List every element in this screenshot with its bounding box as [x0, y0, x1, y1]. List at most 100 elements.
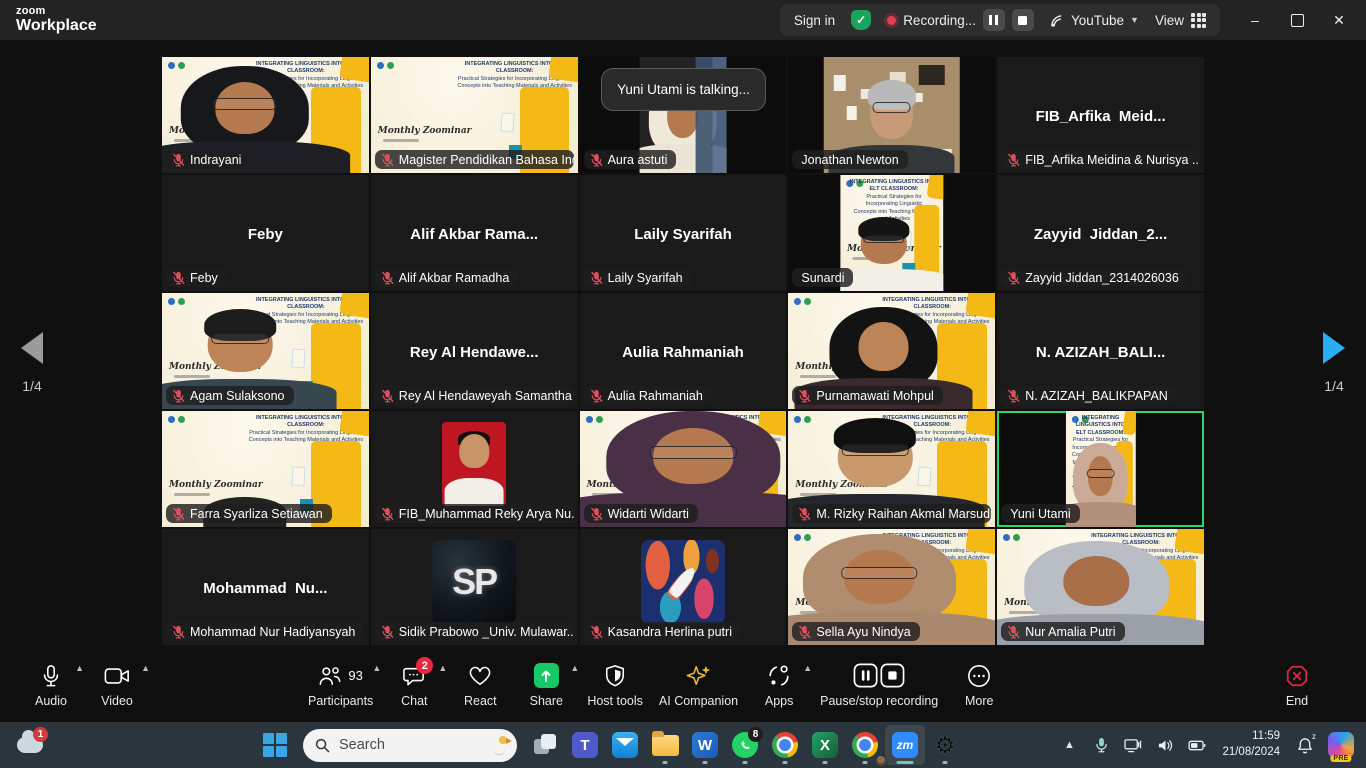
- participant-tile[interactable]: Alif Akbar Rama...Alif Akbar Ramadha: [371, 175, 578, 291]
- backdrop-logos-icon: [586, 416, 603, 423]
- muted-mic-icon: [381, 389, 394, 403]
- zoom-app-icon: zm: [892, 732, 918, 758]
- tray-speaker-icon[interactable]: [1150, 725, 1180, 765]
- participant-name: N. AZIZAH_BALIKPAPAN: [1025, 389, 1168, 403]
- task-view-button[interactable]: [525, 725, 565, 765]
- participant-tile[interactable]: Jonathan Newton: [788, 57, 995, 173]
- ai-companion-sparkle-icon: [686, 664, 712, 688]
- video-label: Video: [101, 694, 133, 708]
- copilot-pre-tag: PRE: [1330, 755, 1351, 762]
- audio-options-chevron-icon[interactable]: ▲: [75, 663, 84, 673]
- share-options-chevron-icon[interactable]: ▲: [570, 663, 579, 673]
- muted-mic-icon: [172, 153, 185, 167]
- mail-app-button[interactable]: [605, 725, 645, 765]
- tray-microphone-icon[interactable]: [1086, 725, 1116, 765]
- tray-battery-icon[interactable]: [1182, 725, 1212, 765]
- participant-name: Sunardi: [801, 271, 844, 285]
- taskbar-clock[interactable]: 11:59 21/08/2024: [1214, 729, 1288, 760]
- participant-name-chip: Rey Al Hendaweyah Samantha: [375, 386, 574, 405]
- security-shield-icon[interactable]: ✓: [851, 10, 871, 30]
- participant-tile[interactable]: INTEGRATING LINGUISTICS INTO ELT CLASSRO…: [788, 293, 995, 409]
- apps-icon: [767, 664, 791, 688]
- host-tools-button[interactable]: Host tools: [579, 653, 651, 717]
- video-options-chevron-icon[interactable]: ▲: [141, 663, 150, 673]
- participant-tile[interactable]: INTEGRATING LINGUISTICS INTO ELT CLASSRO…: [788, 411, 995, 527]
- chrome-app-button[interactable]: [765, 725, 805, 765]
- settings-app-button[interactable]: ⚙: [925, 725, 965, 765]
- participant-tile[interactable]: Zayyid Jiddan_2...Zayyid Jiddan_23140260…: [997, 175, 1204, 291]
- muted-mic-icon: [381, 625, 394, 639]
- more-button[interactable]: More: [946, 653, 1012, 717]
- stop-recording-button[interactable]: [1012, 9, 1034, 31]
- apps-options-chevron-icon[interactable]: ▲: [803, 663, 812, 673]
- word-app-button[interactable]: W: [685, 725, 725, 765]
- pause-stop-recording-icons: [853, 663, 905, 688]
- participant-tile[interactable]: Kasandra Herlina putri: [580, 529, 787, 645]
- participant-tile[interactable]: Rey Al Hendawe...Rey Al Hendaweyah Saman…: [371, 293, 578, 409]
- mail-icon: [612, 732, 638, 758]
- participant-tile[interactable]: INTEGRATING LINGUISTICS INTO ELT CLASSRO…: [162, 293, 369, 409]
- taskbar-search[interactable]: Search: [303, 729, 517, 762]
- muted-mic-icon: [381, 153, 394, 167]
- file-explorer-button[interactable]: [645, 725, 685, 765]
- excel-app-button[interactable]: X: [805, 725, 845, 765]
- participant-avatar-photo: [442, 422, 506, 506]
- widgets-button[interactable]: 1: [10, 725, 50, 765]
- participant-tile[interactable]: Mohammad Nu...Mohammad Nur Hadiyansyah: [162, 529, 369, 645]
- participants-button[interactable]: ▲ 93 Participants: [300, 653, 381, 717]
- participant-tile[interactable]: INTEGRATING LINGUISTICS INTO ELT CLASSRO…: [162, 411, 369, 527]
- muted-mic-icon: [172, 271, 185, 285]
- next-page-arrow-icon[interactable]: [1323, 332, 1345, 364]
- pause-recording-button[interactable]: [983, 9, 1005, 31]
- react-button[interactable]: React: [447, 653, 513, 717]
- tray-display-icon[interactable]: [1118, 725, 1148, 765]
- participant-tile[interactable]: INTEGRATING LINGUISTICS INTO ELT CLASSRO…: [997, 529, 1204, 645]
- participant-tile[interactable]: FebyFeby: [162, 175, 369, 291]
- participant-tile[interactable]: FIB_Arfika Meid...FIB_Arfika Meidina & N…: [997, 57, 1204, 173]
- chat-button[interactable]: 2 ▲ Chat: [381, 653, 447, 717]
- whatsapp-app-button[interactable]: 8: [725, 725, 765, 765]
- sign-in-button[interactable]: Sign in: [794, 13, 835, 28]
- participants-options-chevron-icon[interactable]: ▲: [372, 663, 381, 673]
- participant-name-chip: Widarti Widarti: [584, 504, 698, 523]
- zoom-app-button[interactable]: zm: [885, 725, 925, 765]
- participant-tile[interactable]: INTEGRATING LINGUISTICS INTO ELT CLASSRO…: [371, 57, 578, 173]
- livestream-youtube-button[interactable]: YouTube ▼: [1050, 13, 1139, 28]
- minimize-button[interactable]: –: [1238, 5, 1272, 35]
- chrome-profile-app-button[interactable]: [845, 725, 885, 765]
- participant-tile[interactable]: N. AZIZAH_BALI...N. AZIZAH_BALIKPAPAN: [997, 293, 1204, 409]
- participant-name: Nur Amalia Putri: [1025, 625, 1115, 639]
- page-indicator-left: 1/4: [2, 378, 62, 394]
- maximize-button[interactable]: [1280, 5, 1314, 35]
- participant-tile[interactable]: INTEGRATING LINGUISTICS INTO ELT CLASSRO…: [580, 411, 787, 527]
- audio-button[interactable]: ▲ Audio: [18, 653, 84, 717]
- copilot-preview-button[interactable]: PRE: [1322, 725, 1360, 765]
- share-button[interactable]: ▲ Share: [513, 653, 579, 717]
- chat-options-chevron-icon[interactable]: ▲: [438, 663, 447, 673]
- participant-tile[interactable]: INTEGRATING LINGUISTICS INTO ELT CLASSRO…: [788, 175, 995, 291]
- participant-tile[interactable]: Aulia RahmaniahAulia Rahmaniah: [580, 293, 787, 409]
- teams-app-button[interactable]: T: [565, 725, 605, 765]
- close-button[interactable]: ✕: [1322, 5, 1356, 35]
- previous-page-arrow-icon[interactable]: [21, 332, 43, 364]
- end-meeting-button[interactable]: End: [1264, 653, 1330, 717]
- participant-name-chip: Agam Sulaksono: [166, 386, 294, 405]
- video-button[interactable]: ▲ Video: [84, 653, 150, 717]
- tray-overflow-chevron-icon[interactable]: ▲: [1054, 725, 1084, 765]
- apps-button[interactable]: ▲ Apps: [746, 653, 812, 717]
- view-button[interactable]: View: [1155, 13, 1206, 28]
- participant-tile[interactable]: INTEGRATING LINGUISTICS INTO ELT CLASSRO…: [997, 411, 1204, 527]
- participant-name-chip: Feby: [166, 268, 227, 287]
- participant-tile[interactable]: Laily SyarifahLaily Syarifah: [580, 175, 787, 291]
- chrome-icon: [772, 732, 798, 758]
- ai-companion-button[interactable]: AI Companion: [651, 653, 746, 717]
- participant-tile[interactable]: FIB_Muhammad Reky Arya Nu...: [371, 411, 578, 527]
- participant-tile[interactable]: INTEGRATING LINGUISTICS INTO ELT CLASSRO…: [162, 57, 369, 173]
- pause-stop-recording-button[interactable]: Pause/stop recording: [812, 653, 946, 717]
- participant-tile[interactable]: SPSidik Prabowo _Univ. Mulawar...: [371, 529, 578, 645]
- notification-bell-button[interactable]: z: [1290, 725, 1320, 765]
- glasses-icon: [863, 235, 904, 243]
- windows-taskbar: 1 Search T W 8 X: [0, 722, 1366, 768]
- participant-tile[interactable]: INTEGRATING LINGUISTICS INTO ELT CLASSRO…: [788, 529, 995, 645]
- start-button[interactable]: [255, 725, 295, 765]
